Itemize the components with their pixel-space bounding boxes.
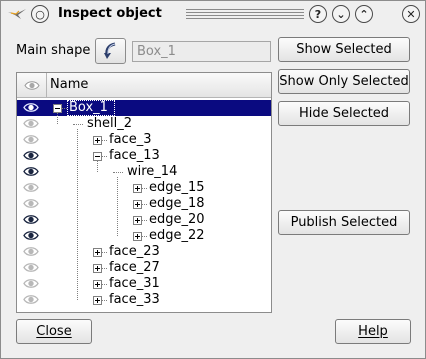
focus-outline: [67, 100, 115, 116]
tree-row[interactable]: face_27: [17, 260, 271, 276]
arrow-select-icon: [103, 42, 115, 59]
expand-icon[interactable]: [93, 264, 102, 273]
visibility-toggle-eye-icon[interactable]: [23, 150, 41, 162]
expand-icon[interactable]: [133, 200, 142, 209]
tree-row[interactable]: edge_18: [17, 196, 271, 212]
title-bar[interactable]: ○ Inspect object ? ⌄ ⌃ ✕: [2, 2, 424, 26]
tree-guide-line: [57, 113, 58, 124]
tree-row-label: edge_22: [149, 228, 205, 243]
show-only-selected-button[interactable]: Show Only Selected: [278, 69, 410, 94]
tree-connector: [102, 252, 107, 253]
expand-icon[interactable]: [133, 216, 142, 225]
collapse-icon[interactable]: [53, 104, 62, 113]
visibility-column-header[interactable]: [17, 73, 47, 97]
visibility-toggle-eye-icon[interactable]: [23, 198, 41, 210]
tree-row-label: face_23: [109, 244, 160, 259]
tree-row-label: edge_18: [149, 196, 205, 211]
window-help-button[interactable]: ?: [309, 5, 327, 23]
main-shape-label: Main shape: [16, 43, 91, 58]
tree-connector: [102, 156, 107, 157]
name-column-header[interactable]: Name: [50, 77, 88, 92]
tree-connector: [102, 284, 107, 285]
tree-guide-line: [97, 161, 98, 172]
expand-icon[interactable]: [133, 232, 142, 241]
help-button-label: Help: [358, 324, 388, 339]
hide-selected-button[interactable]: Hide Selected: [278, 101, 410, 126]
visibility-toggle-eye-icon[interactable]: [23, 246, 41, 258]
visibility-toggle-eye-icon[interactable]: [23, 134, 41, 146]
tree-row[interactable]: face_31: [17, 276, 271, 292]
visibility-toggle-eye-icon[interactable]: [23, 118, 41, 130]
expand-icon[interactable]: [93, 280, 102, 289]
tree-connector: [142, 236, 147, 237]
visibility-toggle-eye-icon[interactable]: [23, 262, 41, 274]
visibility-toggle-eye-icon[interactable]: [23, 230, 41, 242]
window-logo-icon: [6, 5, 28, 23]
tree-connector: [102, 268, 107, 269]
expand-icon[interactable]: [93, 248, 102, 257]
window-title: Inspect object: [58, 6, 162, 21]
expand-icon[interactable]: [133, 184, 142, 193]
window-menu-button[interactable]: ○: [31, 5, 49, 23]
close-button-label: Close: [36, 324, 72, 339]
tree-guide-line: [77, 129, 78, 300]
tree-row-label: edge_15: [149, 180, 205, 195]
tree-connector: [102, 140, 107, 141]
inspect-object-dialog: ○ Inspect object ? ⌄ ⌃ ✕ Main shape Show…: [0, 0, 426, 359]
tree-connector: [142, 204, 147, 205]
tree-row[interactable]: face_3: [17, 132, 271, 148]
tree-row[interactable]: wire_14: [17, 164, 271, 180]
main-shape-field[interactable]: [132, 41, 271, 62]
close-button[interactable]: Close: [16, 319, 92, 344]
visibility-toggle-eye-icon[interactable]: [23, 102, 41, 114]
visibility-toggle-eye-icon[interactable]: [23, 182, 41, 194]
window-maximize-button[interactable]: ⌃: [355, 5, 373, 23]
help-button[interactable]: Help: [335, 319, 411, 344]
tree-row-label: face_31: [109, 276, 160, 291]
window-close-button[interactable]: ✕: [402, 5, 420, 23]
tree-row[interactable]: edge_15: [17, 180, 271, 196]
eye-icon: [23, 80, 40, 90]
tree-row[interactable]: edge_22: [17, 228, 271, 244]
tree-row-label: shell_2: [87, 116, 133, 131]
show-selected-button[interactable]: Show Selected: [278, 37, 410, 62]
tree-row[interactable]: face_23: [17, 244, 271, 260]
tree-row[interactable]: edge_20: [17, 212, 271, 228]
select-shape-button[interactable]: [95, 38, 126, 64]
tree-row-label: edge_20: [149, 212, 205, 227]
tree-row-label: face_3: [109, 132, 152, 147]
tree-connector: [142, 188, 147, 189]
visibility-toggle-eye-icon[interactable]: [23, 166, 41, 178]
tree-row-label: face_33: [109, 292, 160, 307]
title-bar-grip: [186, 9, 304, 20]
visibility-toggle-eye-icon[interactable]: [23, 294, 41, 306]
tree-row[interactable]: face_13: [17, 148, 271, 164]
object-tree[interactable]: Name Box_1 shell_2 face_3 face_13 wire_14 edg…: [16, 72, 272, 313]
tree-row-label: face_13: [109, 148, 160, 163]
tree-connector: [142, 220, 147, 221]
tree-row-label: wire_14: [127, 164, 178, 179]
tree-connector: [73, 124, 83, 125]
window-minimize-button[interactable]: ⌄: [332, 5, 350, 23]
expand-icon[interactable]: [93, 136, 102, 145]
tree-header: Name: [17, 73, 271, 98]
tree-row[interactable]: shell_2: [17, 116, 271, 132]
tree-row-label: face_27: [109, 260, 160, 275]
collapse-icon[interactable]: [93, 152, 102, 161]
tree-connector: [102, 300, 107, 301]
tree-guide-line: [117, 177, 118, 236]
expand-icon[interactable]: [93, 296, 102, 305]
publish-selected-button[interactable]: Publish Selected: [278, 210, 410, 235]
visibility-toggle-eye-icon[interactable]: [23, 214, 41, 226]
visibility-toggle-eye-icon[interactable]: [23, 278, 41, 290]
tree-row[interactable]: Box_1: [17, 100, 271, 116]
tree-connector: [113, 172, 123, 173]
tree-row[interactable]: face_33: [17, 292, 271, 308]
